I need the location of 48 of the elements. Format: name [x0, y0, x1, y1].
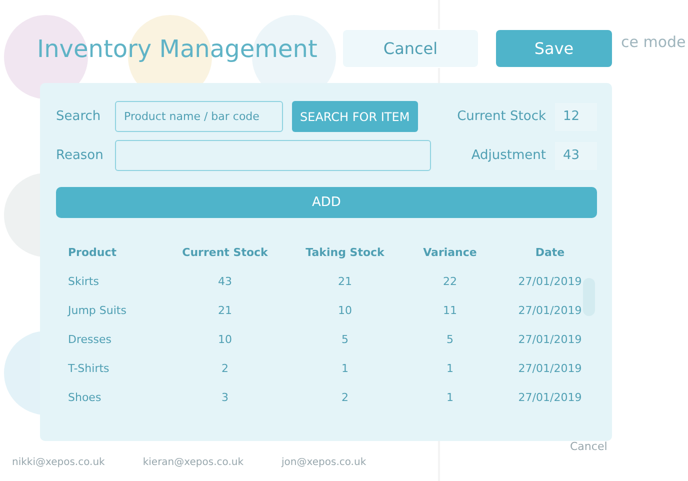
table-cell-text: Shoes: [68, 391, 102, 404]
table-cell-text: 11: [442, 304, 458, 317]
table-cell-text: 2: [220, 362, 230, 375]
user-email: jon@xepos.co.uk: [282, 457, 366, 468]
table-cell-text: 10: [337, 304, 353, 317]
side-cancel-link[interactable]: Cancel: [570, 440, 608, 453]
table-cell-text: 43: [217, 275, 233, 288]
table-cell-text: 5: [446, 333, 454, 346]
adjustment-value: 43: [555, 142, 597, 170]
table-cell-text: 22: [442, 275, 458, 288]
current-stock-value: 12: [555, 102, 597, 130]
column-header: Current Stock: [181, 246, 269, 259]
table-cell-text: 21: [337, 275, 353, 288]
search-label: Search: [56, 109, 102, 124]
cancel-button[interactable]: Cancel: [343, 30, 478, 67]
table-cell-text: Dresses: [68, 333, 112, 346]
table-cell-text: 1: [446, 362, 454, 375]
side-title: ce mode: [621, 33, 686, 51]
adjustment-label: Adjustment: [471, 148, 546, 163]
table-cell-text: T-Shirts: [68, 362, 110, 375]
dialog-title: Inventory Management: [37, 34, 318, 62]
table-cell-text: 1: [340, 362, 350, 375]
column-header: Taking Stock: [304, 246, 386, 259]
current-stock-label: Current Stock: [457, 109, 546, 124]
user-email: kieran@xepos.co.uk: [142, 457, 244, 468]
table-cell-text: 2: [340, 391, 350, 404]
table-cell-text: 21: [217, 304, 233, 317]
search-button[interactable]: SEARCH FOR ITEM: [292, 101, 418, 132]
column-header: Variance: [422, 246, 478, 259]
table-cell-text: Skirts: [68, 275, 100, 288]
add-button[interactable]: ADD: [56, 187, 597, 218]
table-cell-text: 27/01/2019: [517, 304, 583, 317]
save-button[interactable]: Save: [496, 30, 612, 67]
table-cell-text: 5: [340, 333, 350, 346]
table-cell-text: 27/01/2019: [517, 362, 583, 375]
reason-label: Reason: [56, 148, 104, 163]
search-field[interactable]: Product name / bar code: [115, 101, 283, 132]
column-header: Product: [68, 246, 118, 259]
table-cell-text: 3: [220, 391, 230, 404]
reason-field[interactable]: [115, 140, 431, 171]
user-email: nikki@xepos.co.uk: [12, 457, 105, 468]
table-cell-text: 27/01/2019: [517, 275, 583, 288]
column-header: Date: [534, 246, 566, 259]
table-cell-text: 27/01/2019: [517, 391, 583, 404]
table-cell-text: 1: [446, 391, 454, 404]
table-cell-text: Jump Suits: [68, 304, 128, 317]
table-cell-text: 10: [217, 333, 233, 346]
table-cell-text: 27/01/2019: [517, 333, 583, 346]
